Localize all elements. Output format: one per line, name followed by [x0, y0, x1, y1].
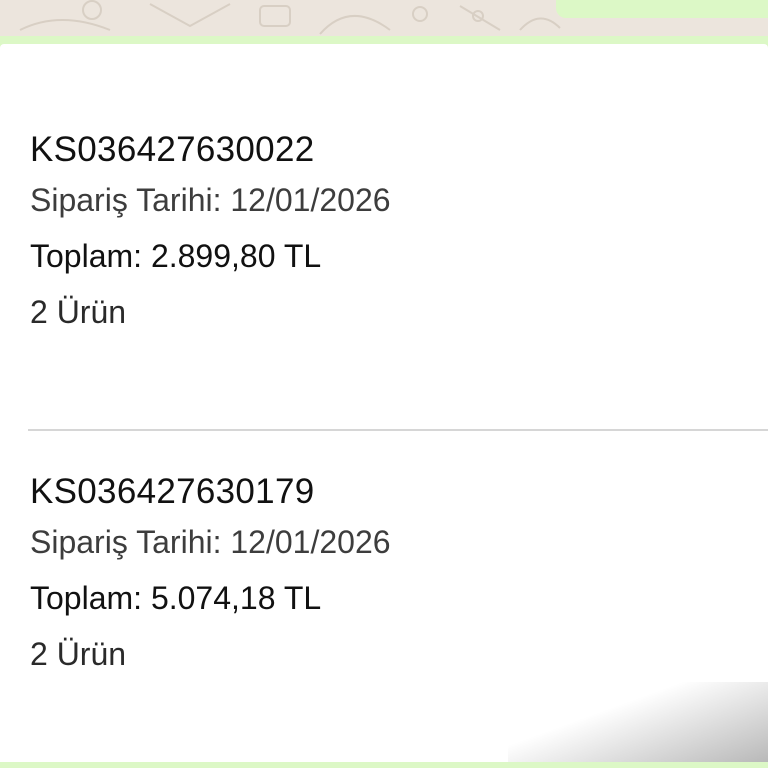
message-bubble-frame-bottom [0, 762, 768, 768]
order-item-count: 2 Ürün [30, 294, 127, 330]
order-item: KS036427630022 Sipariş Tarihi: 12/01/202… [30, 128, 730, 340]
outgoing-message-bubble[interactable] [556, 0, 768, 18]
order-total: Toplam: 5.074,18 TL [30, 580, 322, 616]
photo-edge-shadow [508, 682, 768, 768]
order-number: KS036427630179 [30, 472, 315, 511]
order-divider [28, 429, 768, 431]
chat-screen: KS036427630022 Sipariş Tarihi: 12/01/202… [0, 0, 768, 768]
order-item-count: 2 Ürün [30, 636, 127, 672]
order-item: KS036427630179 Sipariş Tarihi: 12/01/202… [30, 470, 730, 682]
order-total: Toplam: 2.899,80 TL [30, 238, 322, 274]
order-date: Sipariş Tarihi: 12/01/2026 [30, 182, 391, 218]
order-number: KS036427630022 [30, 130, 315, 169]
order-date: Sipariş Tarihi: 12/01/2026 [30, 524, 391, 560]
